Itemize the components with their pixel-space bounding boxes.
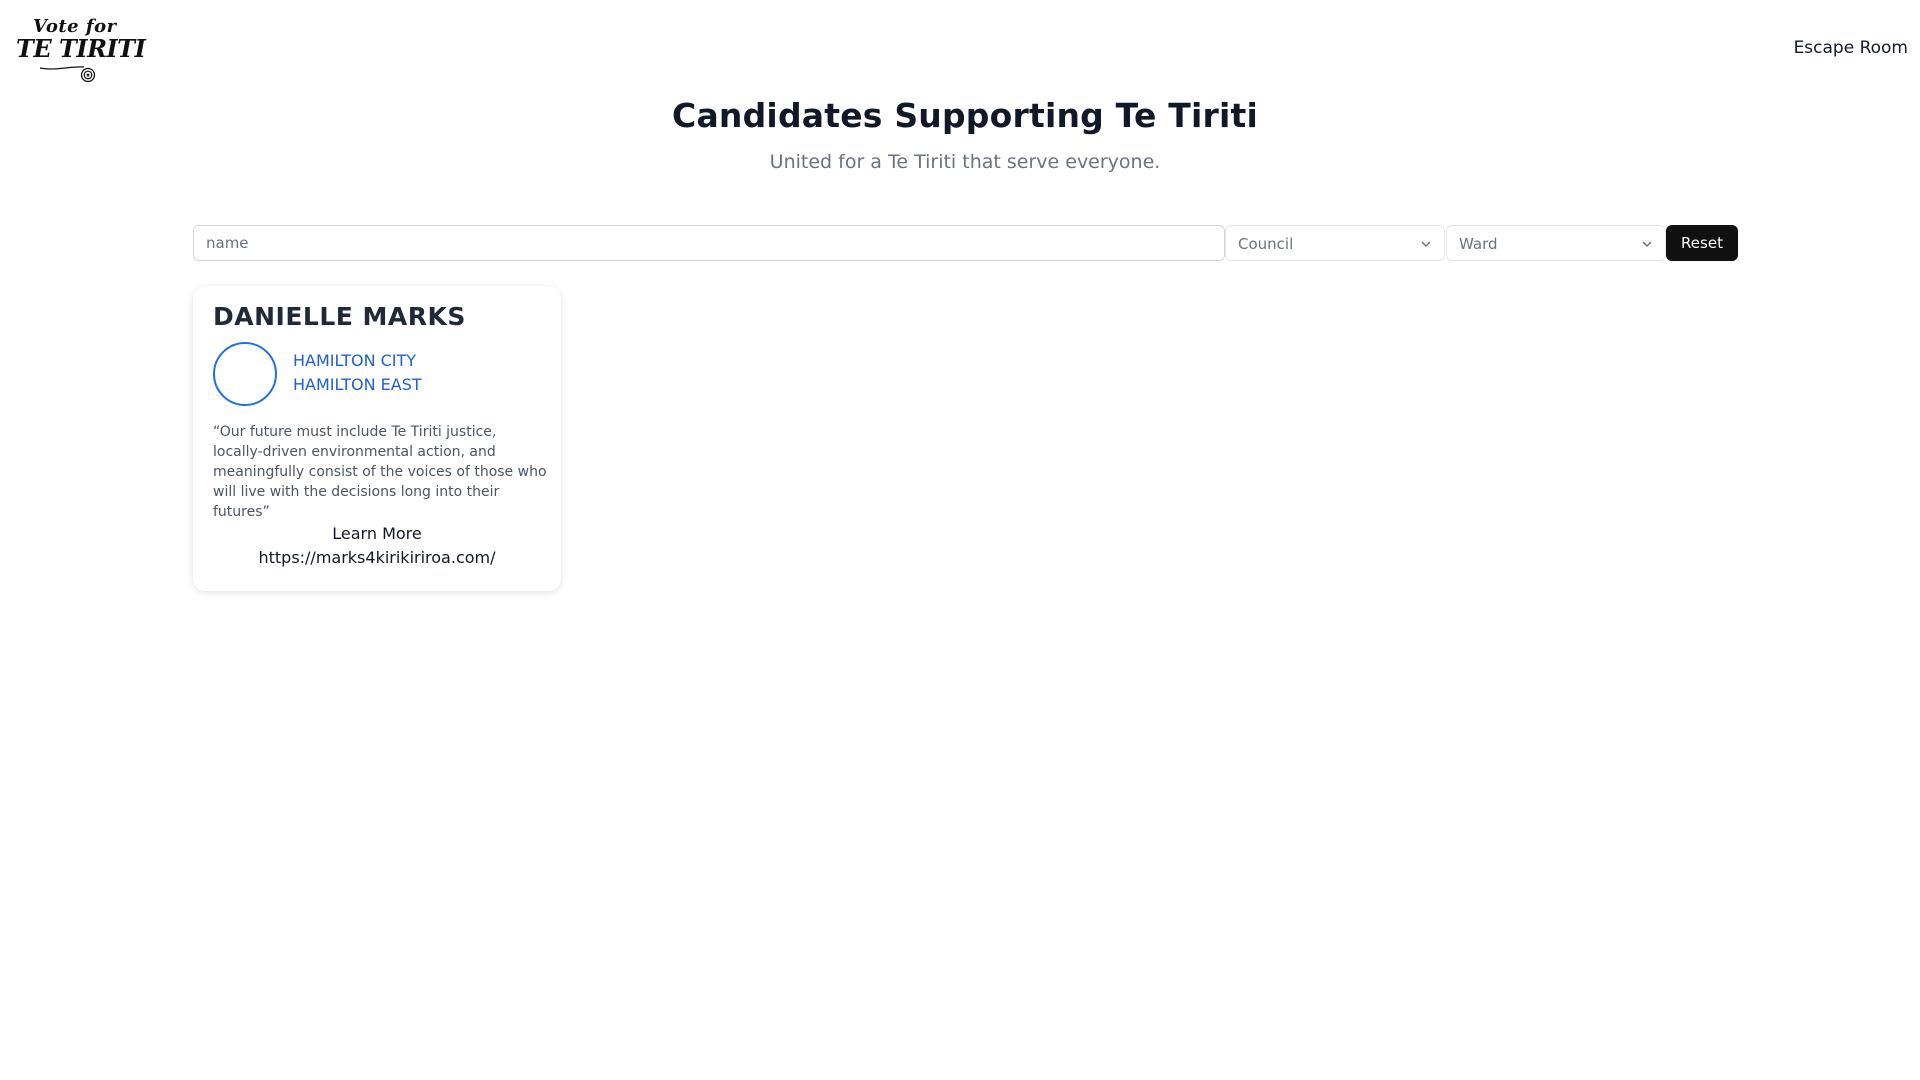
learn-more-link[interactable]: Learn More — [193, 524, 561, 543]
name-search-input[interactable] — [193, 225, 1225, 261]
candidate-quote: “Our future must include Te Tiriti justi… — [213, 424, 547, 520]
candidate-council: HAMILTON CITY — [293, 351, 417, 370]
ward-select[interactable]: Ward — [1446, 225, 1666, 261]
council-select[interactable]: Council — [1225, 225, 1445, 261]
chevron-down-icon — [1642, 241, 1652, 247]
site-header: Vote for TE TIRITI Escape Room — [0, 0, 1920, 90]
ward-select-label: Ward — [1459, 235, 1498, 253]
chevron-down-icon — [1421, 241, 1431, 247]
page-title: Candidates Supporting Te Tiriti — [672, 96, 1258, 135]
candidate-website-link[interactable]: https://marks4kirikiriroa.com/ — [193, 548, 561, 567]
koru-swirl-icon — [39, 66, 96, 83]
candidate-avatar — [213, 342, 277, 406]
page-subtitle: United for a Te Tiriti that serve everyo… — [769, 151, 1161, 173]
reset-button[interactable]: Reset — [1666, 225, 1738, 261]
candidate-ward: HAMILTON EAST — [293, 375, 422, 394]
logo-main-text: TE TIRITI — [16, 34, 146, 63]
nav-link-escape-room[interactable]: Escape Room — [1794, 38, 1908, 58]
vote-for-te-tiriti-logo[interactable]: Vote for TE TIRITI — [14, 16, 146, 84]
candidate-card: DANIELLE MARKS HAMILTON CITY HAMILTON EA… — [193, 286, 561, 591]
filter-bar: Council Ward Reset — [193, 225, 1738, 261]
candidate-name: DANIELLE MARKS — [213, 302, 466, 331]
council-select-label: Council — [1238, 235, 1294, 253]
